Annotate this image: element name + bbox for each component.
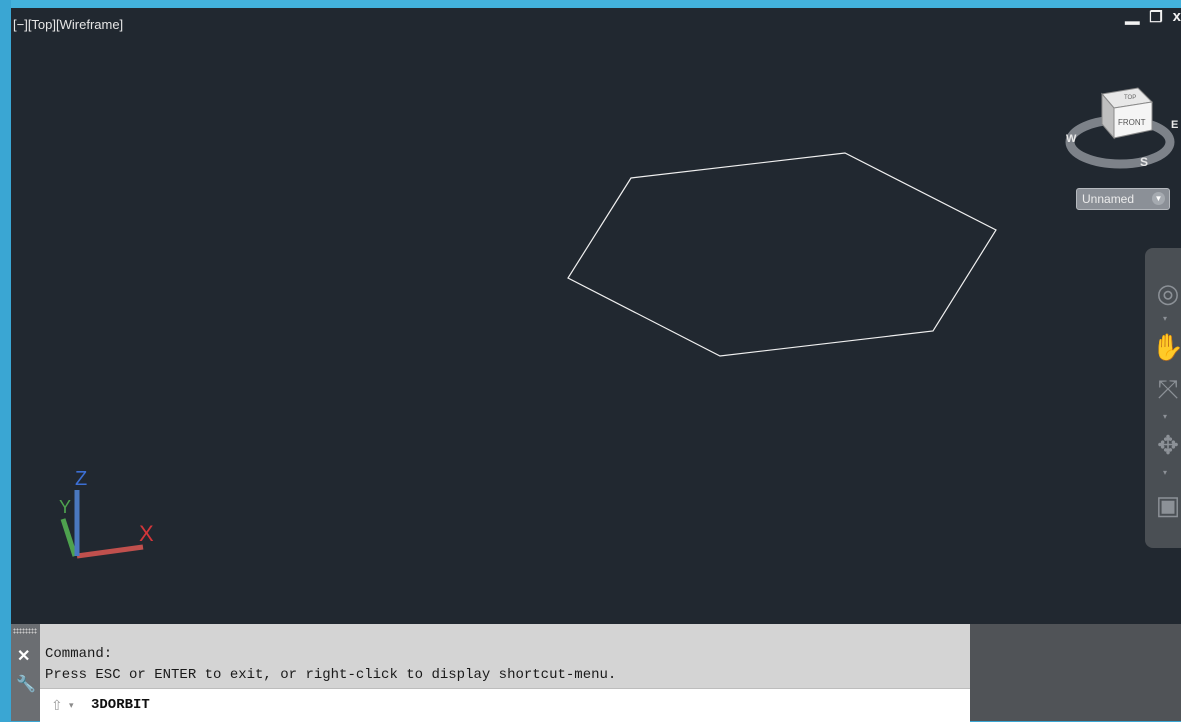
pan-icon[interactable]: ✋ — [1151, 330, 1181, 364]
ucs-z-label: Z — [75, 468, 87, 490]
named-view-value: Unnamed — [1082, 192, 1135, 206]
viewport-window-controls: ▁ ❐ x — [1125, 5, 1181, 26]
ucs-y-axis — [60, 518, 78, 557]
minimize-icon[interactable]: ▁ — [1125, 5, 1139, 26]
zoom-extents-icon[interactable]: ⤧ — [1151, 372, 1181, 406]
close-icon[interactable]: ✕ — [17, 646, 30, 666]
recent-commands-icon[interactable]: ⇧ — [51, 697, 63, 714]
viewcube-front-label: FRONT — [1118, 118, 1146, 127]
orbit-icon[interactable]: ✥ — [1151, 428, 1181, 462]
viewport-controls-label[interactable]: [−][Top][Wireframe] — [13, 17, 123, 32]
status-area — [970, 624, 1181, 721]
drawing-canvas[interactable] — [11, 8, 1181, 624]
chevron-down-icon[interactable]: ▼ — [1152, 192, 1165, 205]
drawing-viewport[interactable]: [−][Top][Wireframe] TOP FRONT W E S Unna… — [11, 8, 1181, 624]
close-icon[interactable]: x — [1173, 8, 1181, 26]
chevron-down-icon[interactable]: ▾ — [1163, 412, 1167, 421]
ucs-x-label: X — [139, 521, 154, 546]
compass-east-label: E — [1171, 119, 1178, 131]
compass-west-label: W — [1066, 133, 1077, 145]
showmotion-icon[interactable]: ▣ — [1151, 488, 1181, 522]
grip-icon[interactable] — [13, 628, 37, 634]
navigation-bar: ◎ ▾ ✋ ⤧ ▾ ✥ ▾ ▣ — [1145, 248, 1181, 548]
ucs-x-axis — [76, 544, 144, 559]
command-line-grip[interactable]: ✕ 🔧 — [11, 624, 40, 721]
viewcube[interactable]: TOP FRONT W E S — [1056, 80, 1181, 190]
command-line-window: ✕ 🔧 Command: Press ESC or ENTER to exit, … — [11, 624, 970, 722]
wrench-icon[interactable]: 🔧 — [16, 674, 36, 694]
hexagon-wireframe[interactable] — [567, 152, 997, 357]
compass-south-label: S — [1140, 155, 1148, 169]
chevron-down-icon[interactable]: ▾ — [1163, 314, 1167, 323]
named-views-dropdown[interactable]: Unnamed ▼ — [1076, 188, 1170, 210]
window-top-border — [0, 0, 1181, 8]
command-history-line: Press ESC or ENTER to exit, or right-cli… — [45, 667, 617, 683]
steering-wheel-icon[interactable]: ◎ — [1151, 276, 1181, 310]
restore-icon[interactable]: ❐ — [1149, 8, 1162, 26]
command-history: Command: Press ESC or ENTER to exit, or r… — [45, 644, 616, 686]
chevron-down-icon[interactable]: ▾ — [69, 700, 74, 711]
command-history-line: Command: — [45, 646, 113, 662]
command-input-value: 3DORBIT — [91, 697, 150, 713]
ucs-y-label: Y — [59, 497, 71, 517]
window-left-border — [0, 0, 11, 721]
chevron-down-icon[interactable]: ▾ — [1163, 468, 1167, 477]
ucs-icon[interactable]: X Y Z — [51, 463, 181, 573]
command-input[interactable]: ⇧ ▾ 3DORBIT — [40, 688, 970, 722]
viewcube-top-label: TOP — [1124, 95, 1136, 101]
